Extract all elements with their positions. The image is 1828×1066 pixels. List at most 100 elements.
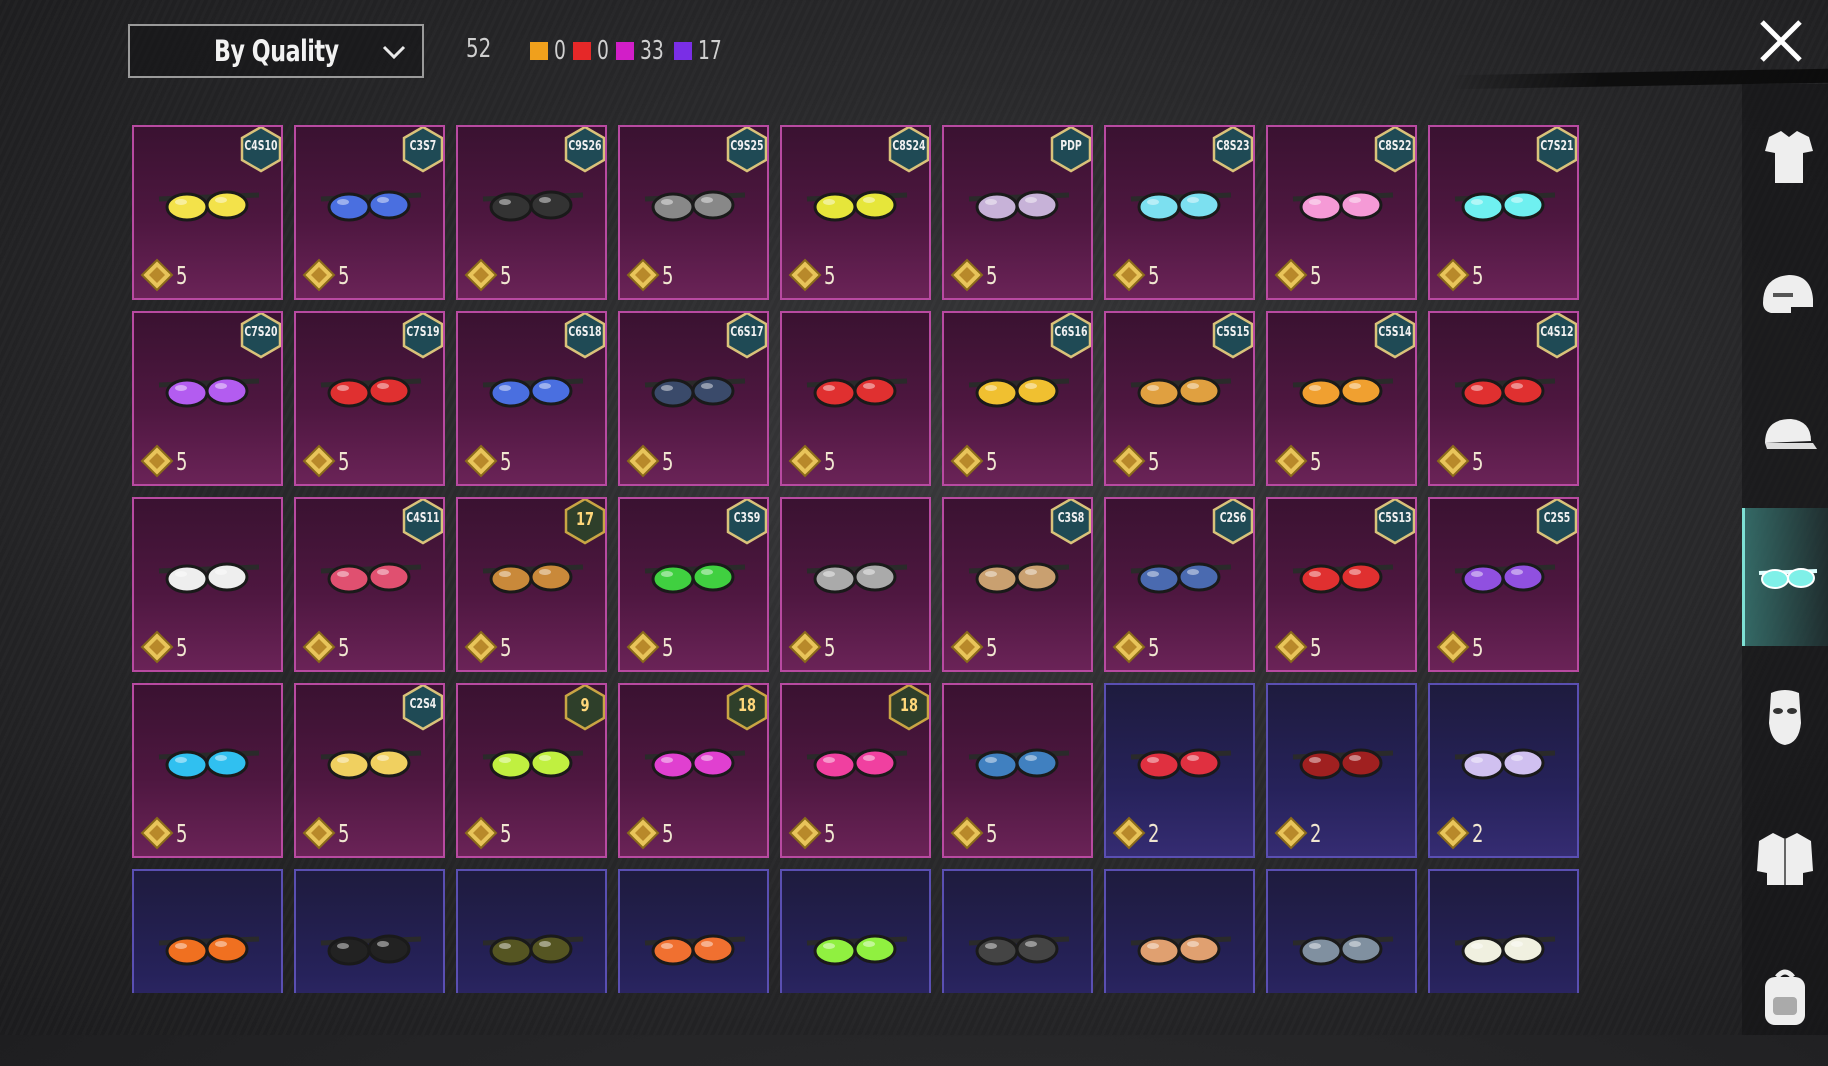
item-image — [1292, 748, 1394, 780]
bp-diamond-icon — [788, 444, 822, 478]
item-tile[interactable]: 2 — [1266, 683, 1417, 858]
item-tile[interactable]: C7S20 5 — [132, 311, 283, 486]
item-tile[interactable]: 18 5 — [618, 683, 769, 858]
item-tile[interactable] — [780, 869, 931, 993]
price-value: 5 — [986, 818, 998, 848]
bp-diamond-icon — [140, 258, 174, 292]
item-tile[interactable]: C5S14 5 — [1266, 311, 1417, 486]
season-badge: C5S13 — [1373, 499, 1415, 545]
sidebar-tab-glasses[interactable] — [1742, 508, 1828, 646]
item-tile[interactable]: C9S26 5 — [456, 125, 607, 300]
backpack-icon — [1765, 969, 1805, 1025]
sidebar-tab-outfit[interactable] — [1742, 88, 1828, 226]
price-value: 5 — [1310, 632, 1322, 662]
item-tile[interactable]: C6S16 5 — [942, 311, 1093, 486]
price-value: 5 — [176, 260, 188, 290]
item-image — [806, 934, 908, 966]
item-tile[interactable] — [618, 869, 769, 993]
season-badge: C2S6 — [1211, 499, 1253, 545]
item-tile[interactable]: 5 — [780, 497, 931, 672]
item-tile[interactable]: C4S10 5 — [132, 125, 283, 300]
close-icon[interactable] — [1756, 16, 1806, 66]
item-tile[interactable]: C8S23 5 — [1104, 125, 1255, 300]
price-value: 5 — [986, 446, 998, 476]
item-image — [1454, 934, 1556, 966]
item-tile[interactable]: 5 — [780, 311, 931, 486]
item-tile[interactable]: 95 — [456, 683, 607, 858]
sidebar-tab-backpack[interactable] — [1742, 928, 1828, 1066]
item-price: 5 — [140, 816, 190, 850]
item-tile[interactable]: 2 — [1428, 683, 1579, 858]
item-tile[interactable]: C3S7 5 — [294, 125, 445, 300]
item-tile[interactable]: C6S18 5 — [456, 311, 607, 486]
item-tile[interactable]: C3S8 5 — [942, 497, 1093, 672]
item-tile[interactable]: C8S22 5 — [1266, 125, 1417, 300]
price-value: 5 — [1472, 260, 1484, 290]
item-tile[interactable] — [294, 869, 445, 993]
price-value: 5 — [824, 446, 836, 476]
bp-diamond-icon — [1274, 444, 1308, 478]
item-tile[interactable] — [132, 869, 283, 993]
season-badge: C2S4 — [401, 685, 443, 731]
bp-diamond-icon — [140, 630, 174, 664]
bp-diamond-icon — [626, 258, 660, 292]
item-tile[interactable]: C2S4 5 — [294, 683, 445, 858]
price-value: 5 — [338, 818, 350, 848]
season-badge: C3S8 — [1049, 499, 1091, 545]
item-tile[interactable] — [1266, 869, 1417, 993]
item-tile[interactable] — [942, 869, 1093, 993]
level-badge: 17 — [563, 499, 605, 545]
item-tile[interactable]: C8S24 5 — [780, 125, 931, 300]
item-price: 5 — [464, 258, 514, 292]
badge-label: C2S6 — [1219, 511, 1247, 526]
item-tile[interactable]: C2S5 5 — [1428, 497, 1579, 672]
item-tile[interactable]: 18 5 — [780, 683, 931, 858]
bp-diamond-icon — [626, 630, 660, 664]
item-tile[interactable]: C7S21 5 — [1428, 125, 1579, 300]
item-tile[interactable]: C2S6 5 — [1104, 497, 1255, 672]
item-tile[interactable]: 5 — [942, 683, 1093, 858]
badge-label: C5S14 — [1378, 325, 1412, 340]
item-tile[interactable]: C4S11 5 — [294, 497, 445, 672]
item-tile[interactable]: C4S12 5 — [1428, 311, 1579, 486]
season-badge: C3S9 — [725, 499, 767, 545]
sidebar-tab-mask[interactable] — [1742, 648, 1828, 786]
item-tile[interactable]: C5S13 5 — [1266, 497, 1417, 672]
item-price: 5 — [788, 816, 838, 850]
season-badge: C7S21 — [1535, 127, 1577, 173]
bp-diamond-icon — [1274, 816, 1308, 850]
badge-label: C7S21 — [1540, 139, 1574, 154]
item-tile[interactable]: 5 — [132, 497, 283, 672]
price-value: 5 — [986, 260, 998, 290]
sidebar-tab-helmet[interactable] — [1742, 228, 1828, 366]
item-price: 5 — [1274, 258, 1324, 292]
item-price: 2 — [1274, 816, 1324, 850]
sidebar-tab-jacket[interactable] — [1742, 788, 1828, 926]
badge-label: C8S24 — [892, 139, 926, 154]
item-image — [320, 934, 422, 966]
item-tile[interactable]: PDP 5 — [942, 125, 1093, 300]
item-tile[interactable]: 2 — [1104, 683, 1255, 858]
item-tile[interactable]: C3S9 5 — [618, 497, 769, 672]
item-tile[interactable]: C6S17 5 — [618, 311, 769, 486]
item-tile[interactable] — [1104, 869, 1255, 993]
item-tile[interactable]: 17 5 — [456, 497, 607, 672]
total-count: 52 — [466, 34, 492, 64]
sort-dropdown[interactable]: By Quality — [128, 24, 424, 78]
item-price: 2 — [1436, 816, 1486, 850]
price-value: 2 — [1148, 818, 1160, 848]
item-tile[interactable] — [456, 869, 607, 993]
item-tile[interactable]: C5S15 5 — [1104, 311, 1255, 486]
item-price: 5 — [464, 630, 514, 664]
bp-diamond-icon — [140, 444, 174, 478]
season-badge: C8S23 — [1211, 127, 1253, 173]
price-value: 2 — [1310, 818, 1322, 848]
badge-label: C9S25 — [730, 139, 764, 154]
item-tile[interactable]: C9S25 5 — [618, 125, 769, 300]
item-price: 5 — [302, 630, 352, 664]
item-tile[interactable]: C7S19 5 — [294, 311, 445, 486]
item-tile[interactable]: 5 — [132, 683, 283, 858]
sidebar-tab-cap[interactable] — [1742, 368, 1828, 506]
item-tile[interactable] — [1428, 869, 1579, 993]
price-value: 5 — [1472, 632, 1484, 662]
